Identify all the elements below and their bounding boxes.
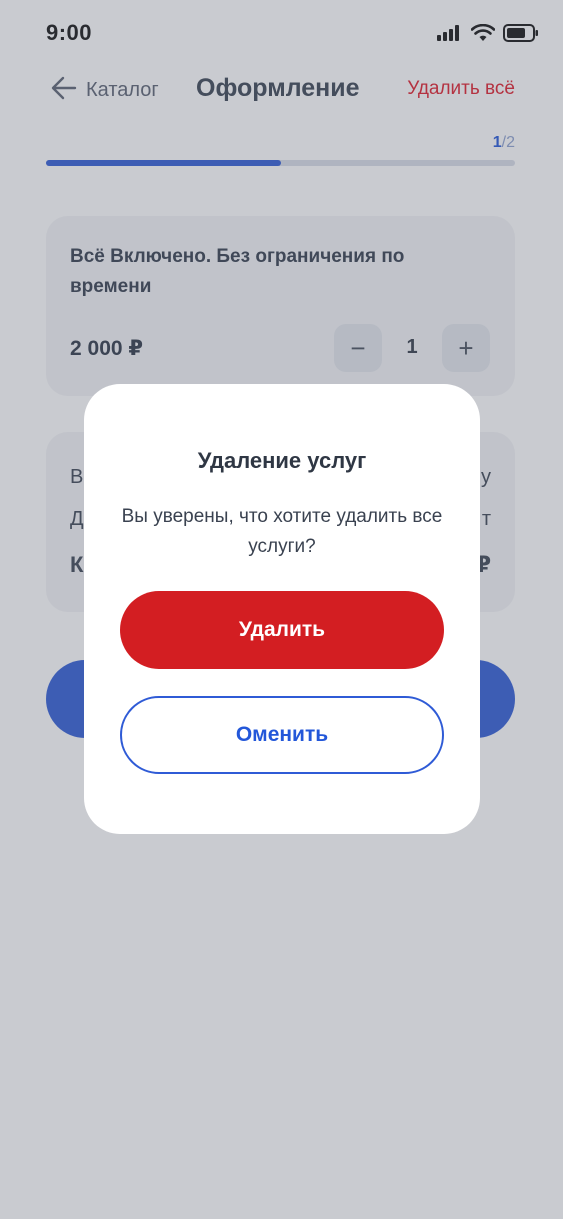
checkout-screen: 9:00 Каталог Оформление Удалить всё 1/2 … xyxy=(0,0,563,1219)
cancel-button[interactable]: Оменить xyxy=(120,696,444,774)
delete-services-dialog: Удаление услуг Вы уверены, что хотите уд… xyxy=(84,384,480,834)
dialog-message: Вы уверены, что хотите удалить все услуг… xyxy=(121,506,443,557)
confirm-delete-button[interactable]: Удалить xyxy=(120,591,444,669)
dialog-title: Удаление услуг xyxy=(197,448,367,473)
